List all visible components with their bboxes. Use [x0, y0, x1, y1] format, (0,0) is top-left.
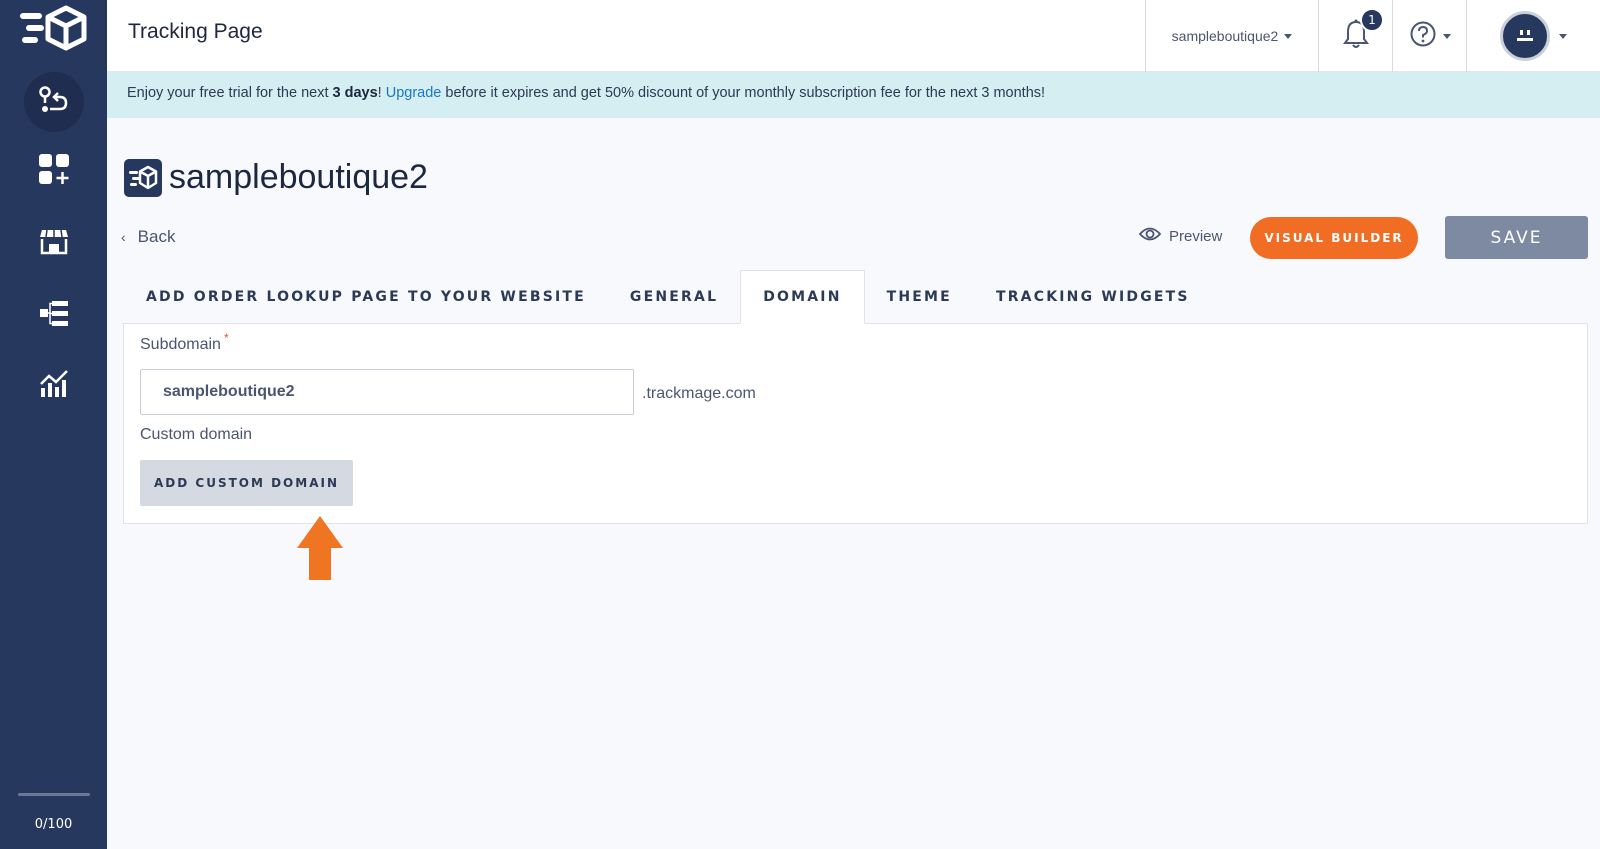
tab-add-order-lookup[interactable]: ADD ORDER LOOKUP PAGE TO YOUR WEBSITE	[124, 270, 608, 324]
sidebar-item-widgets[interactable]	[24, 141, 84, 201]
store-name-heading: sampleboutique2	[169, 158, 428, 196]
custom-domain-label: Custom domain	[140, 426, 253, 443]
visual-builder-button[interactable]: VISUAL BUILDER	[1250, 217, 1418, 259]
route-icon	[38, 85, 70, 119]
sidebar-item-analytics[interactable]	[24, 355, 84, 415]
tab-theme[interactable]: THEME	[865, 270, 974, 324]
preview-label: Preview	[1169, 227, 1223, 245]
caret-down-icon	[1442, 33, 1451, 39]
tab-tracking-widgets[interactable]: TRACKING WIDGETS	[974, 270, 1212, 324]
avatar	[1500, 11, 1550, 61]
chevron-left-icon: ‹	[121, 229, 126, 245]
store-icon	[39, 226, 69, 260]
store-selector[interactable]: sampleboutique2	[1145, 0, 1318, 72]
sidebar-item-workflows[interactable]	[24, 285, 84, 345]
banner-text-after: before it expires and get 50% discount o…	[441, 85, 1046, 101]
eye-icon	[1138, 226, 1169, 246]
save-button[interactable]: SAVE	[1445, 216, 1588, 259]
sidebar: 0/100	[0, 0, 107, 849]
store-logo-icon	[124, 158, 162, 197]
store-selector-label: sampleboutique2	[1171, 28, 1279, 44]
required-mark: *	[223, 331, 229, 345]
notification-badge: 1	[1360, 8, 1384, 32]
settings-tabs: ADD ORDER LOOKUP PAGE TO YOUR WEBSITE GE…	[124, 270, 1212, 324]
subdomain-label-text: Subdomain	[140, 336, 221, 353]
usage-counter: 0/100	[34, 817, 73, 832]
caret-down-icon	[1559, 33, 1567, 39]
tab-domain[interactable]: DOMAIN	[740, 270, 865, 324]
arrow-up-icon	[297, 516, 343, 584]
help-button[interactable]	[1392, 0, 1466, 72]
sidebar-item-tracking[interactable]	[24, 72, 84, 132]
subdomain-suffix: .trackmage.com	[642, 385, 756, 402]
analytics-icon	[38, 368, 70, 402]
add-custom-domain-button[interactable]: ADD CUSTOM DOMAIN	[140, 460, 353, 506]
page-title: Tracking Page	[128, 20, 263, 43]
banner-exclaim: !	[377, 85, 386, 101]
back-label: Back	[137, 227, 176, 246]
caret-down-icon	[1284, 33, 1293, 39]
notifications-button[interactable]: 1	[1318, 0, 1392, 72]
banner-days: 3 days	[332, 85, 378, 101]
banner-text-before: Enjoy your free trial for the next	[127, 85, 333, 101]
add-widgets-icon	[37, 152, 71, 190]
top-header: Tracking Page sampleboutique2 1	[107, 0, 1600, 72]
domain-panel: Subdomain* .trackmage.com Custom domain …	[123, 323, 1588, 524]
preview-link[interactable]: Preview	[1138, 226, 1223, 246]
user-menu[interactable]	[1466, 0, 1600, 72]
subdomain-input[interactable]	[140, 369, 634, 415]
help-icon	[1409, 20, 1437, 52]
tab-general[interactable]: GENERAL	[608, 270, 740, 324]
store-title-row: sampleboutique2	[124, 158, 428, 197]
usage-progress-bar	[18, 793, 90, 796]
upgrade-link[interactable]: Upgrade	[386, 85, 442, 101]
workflow-icon	[38, 297, 70, 333]
back-link[interactable]: ‹ Back	[121, 227, 175, 247]
sidebar-item-stores[interactable]	[24, 213, 84, 273]
subdomain-label: Subdomain *	[140, 331, 229, 354]
trackmage-logo-icon[interactable]	[18, 4, 88, 54]
trial-banner: Enjoy your free trial for the next 3 day…	[107, 72, 1600, 118]
